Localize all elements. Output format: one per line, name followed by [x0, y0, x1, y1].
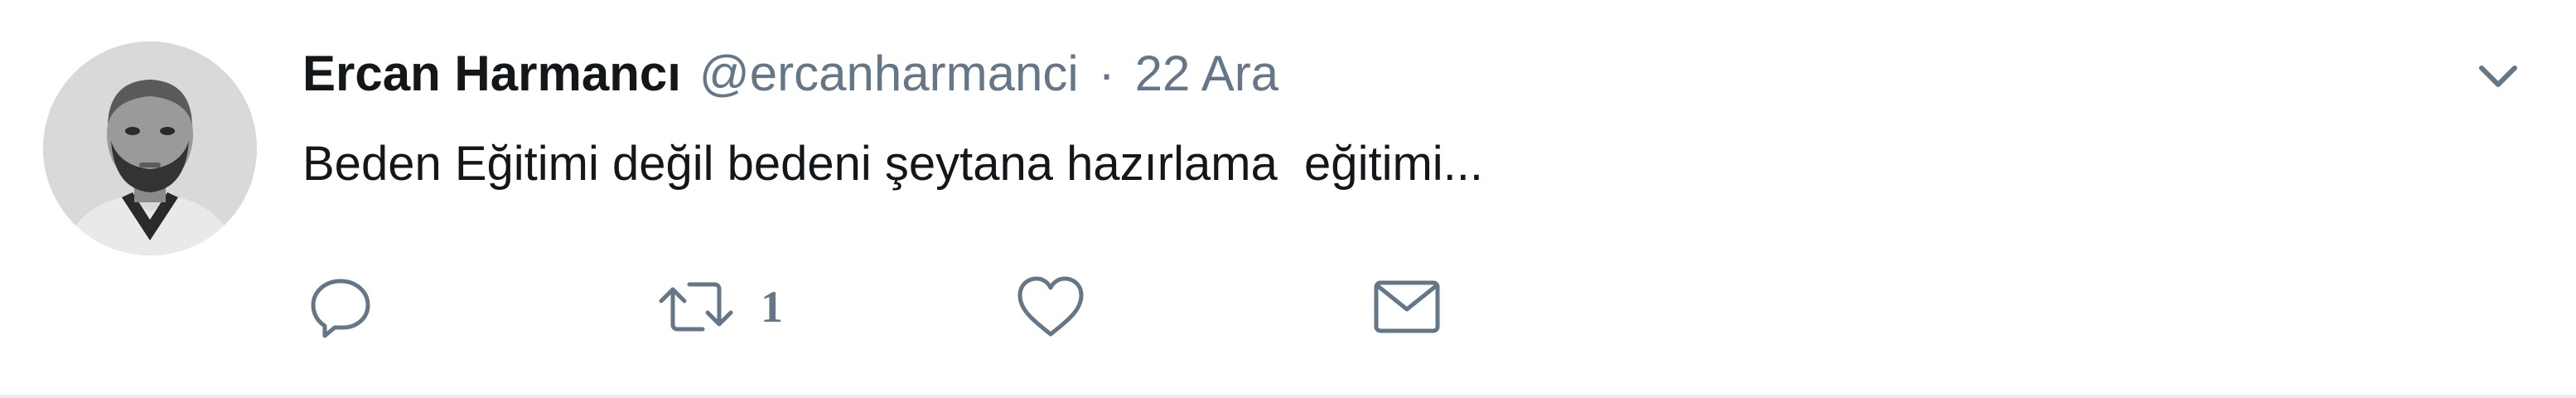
- like-button[interactable]: [1015, 265, 1109, 348]
- user-photo-icon: [43, 41, 257, 255]
- divider: [0, 395, 2576, 398]
- tweet-card[interactable]: Ercan Harmancı @ercanharmanci · 22 Ara B…: [0, 0, 2576, 398]
- author-username[interactable]: @ercanharmanci: [699, 45, 1079, 102]
- author-fullname[interactable]: Ercan Harmancı: [302, 45, 681, 102]
- retweet-button[interactable]: 1: [655, 265, 783, 348]
- tweet-timestamp[interactable]: 22 Ara: [1135, 45, 1278, 102]
- reply-icon: [311, 279, 370, 338]
- tweet-menu-button[interactable]: [2473, 51, 2523, 101]
- retweet-icon: [659, 282, 733, 332]
- envelope-icon: [1374, 280, 1440, 333]
- tweet-header: Ercan Harmancı @ercanharmanci · 22 Ara: [302, 40, 1278, 106]
- heart-icon: [1017, 276, 1084, 337]
- separator-dot: ·: [1098, 45, 1115, 101]
- avatar[interactable]: [43, 41, 257, 255]
- direct-message-button[interactable]: [1371, 265, 1443, 348]
- chevron-down-icon: [2479, 66, 2517, 87]
- reply-button[interactable]: [307, 265, 398, 348]
- tweet-text: Beden Eğitimi değil bedeni şeytana hazır…: [302, 137, 1483, 191]
- retweet-count: 1: [761, 282, 783, 332]
- tweet-actions: 1: [307, 265, 1467, 348]
